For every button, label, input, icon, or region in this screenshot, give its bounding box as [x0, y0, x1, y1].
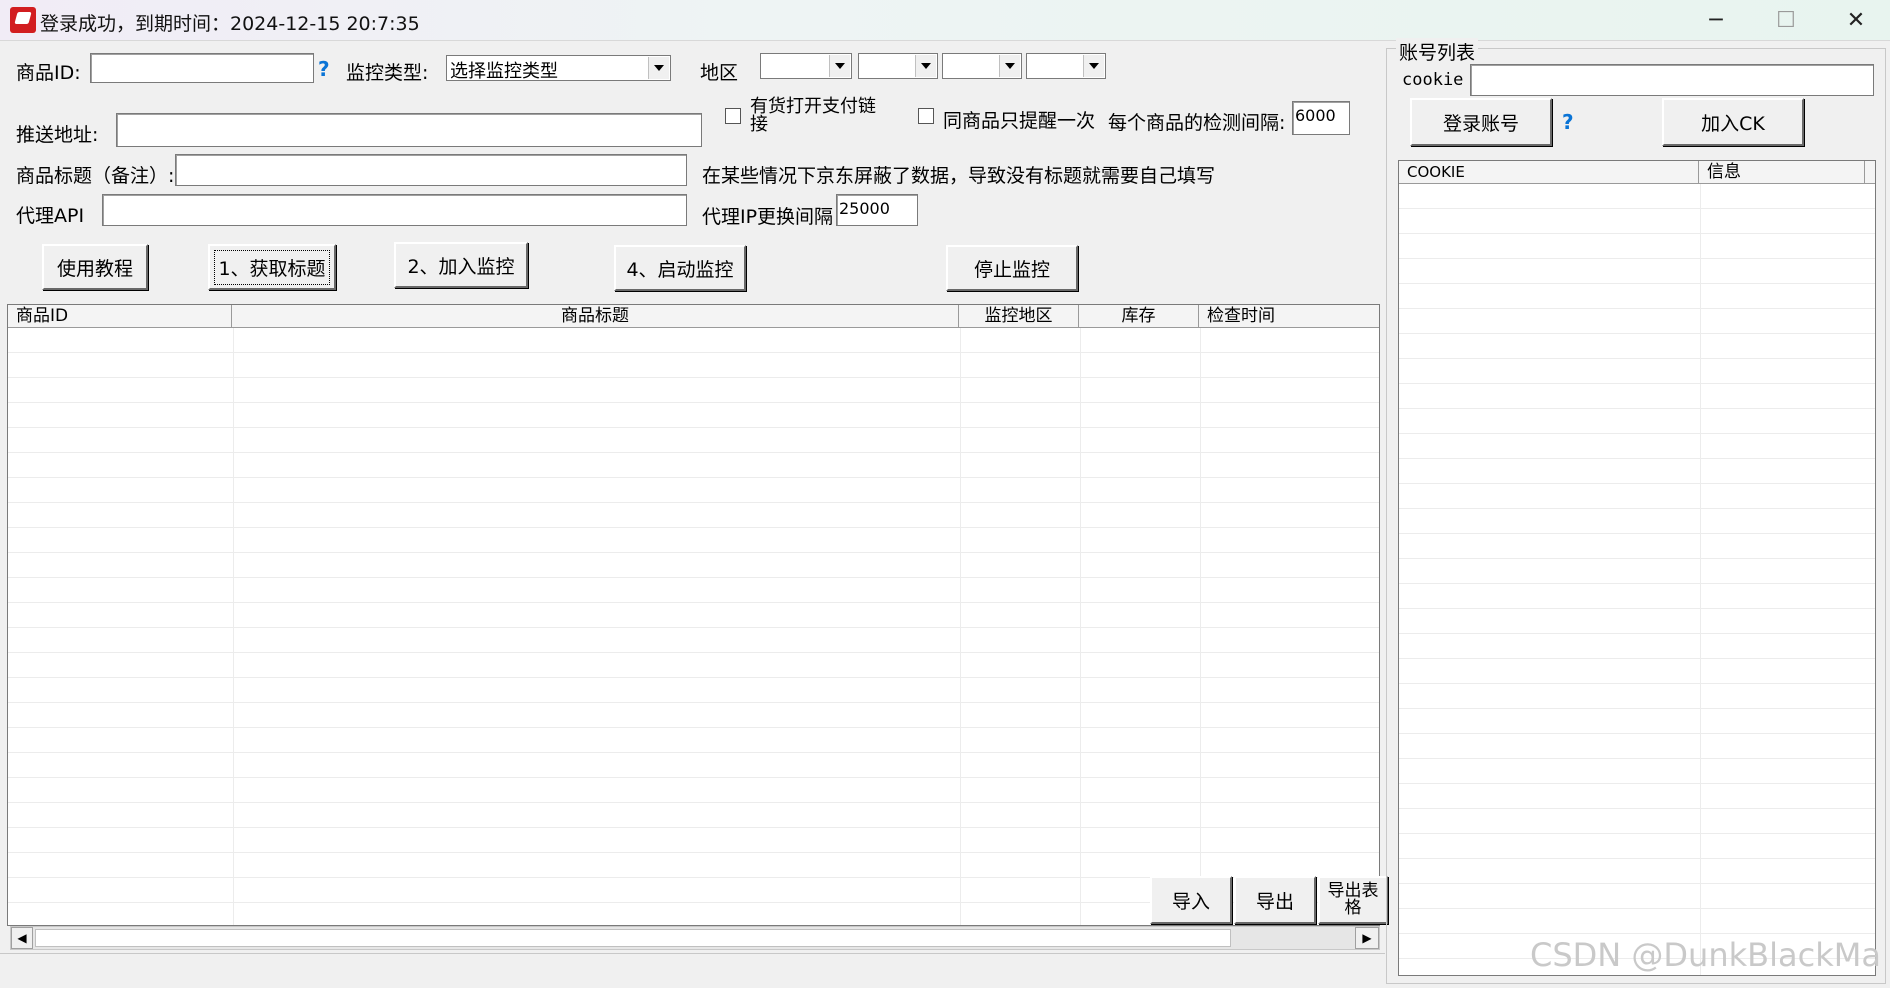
scroll-right-button[interactable]: ▶ [1355, 927, 1379, 949]
tutorial-button-label: 使用教程 [56, 257, 133, 280]
account-list-title: 账号列表 [1396, 38, 1479, 65]
minimize-button[interactable]: ─ [1682, 0, 1750, 40]
product-title-label: 商品标题（备注）: [16, 165, 175, 187]
open-pay-link-label: 有货打开支付链接 [750, 96, 876, 135]
account-table[interactable]: COOKIE 信息 [1398, 160, 1876, 976]
column-header-product-title[interactable]: 商品标题 [232, 305, 959, 327]
column-header-info[interactable]: 信息 [1699, 161, 1865, 183]
get-title-button-label: 1、获取标题 [214, 249, 330, 285]
column-divider [1200, 328, 1201, 925]
get-title-button[interactable]: 1、获取标题 [208, 244, 336, 290]
column-header-check-time[interactable]: 检查时间 [1199, 305, 1379, 327]
cookie-label: cookie [1402, 70, 1464, 90]
import-button[interactable]: 导入 [1150, 876, 1232, 924]
column-header-stock[interactable]: 库存 [1079, 305, 1199, 327]
chevron-down-icon [1083, 55, 1104, 77]
export-button[interactable]: 导出 [1234, 876, 1316, 924]
column-divider [233, 328, 234, 925]
proxy-api-input[interactable] [102, 194, 687, 226]
close-button[interactable]: ✕ [1822, 0, 1890, 40]
hint-text: 在某些情况下京东屏蔽了数据，导致没有标题就需要自己填写 [702, 165, 1216, 187]
open-pay-link-checkbox[interactable] [725, 108, 741, 124]
region-select-2[interactable] [858, 53, 938, 79]
add-ck-button[interactable]: 加入CK [1662, 98, 1804, 146]
proxy-api-label: 代理API [16, 205, 85, 227]
interval-input[interactable]: 6000 [1292, 101, 1350, 135]
app-logo-icon [10, 7, 36, 33]
product-id-input[interactable] [90, 53, 314, 83]
column-header-cookie[interactable]: COOKIE [1399, 161, 1699, 183]
start-monitor-button-label: 4、启动监控 [626, 258, 734, 281]
horizontal-scrollbar[interactable]: ◀ ▶ [10, 926, 1380, 950]
interval-label: 每个商品的检测间隔: [1108, 112, 1286, 134]
status-bar [0, 953, 1385, 988]
tutorial-button[interactable]: 使用教程 [42, 244, 148, 290]
region-select-3[interactable] [942, 53, 1022, 79]
push-address-label: 推送地址: [16, 124, 99, 146]
product-id-label: 商品ID: [16, 62, 81, 84]
add-monitor-button[interactable]: 2、加入监控 [394, 242, 528, 288]
push-address-input[interactable] [116, 113, 702, 147]
add-monitor-button-label: 2、加入监控 [407, 255, 515, 278]
account-table-header: COOKIE 信息 [1399, 161, 1875, 184]
title-bar: 登录成功，到期时间：2024-12-15 20:7:35 ─ ☐ ✕ [0, 0, 1890, 41]
maximize-button[interactable]: ☐ [1752, 0, 1820, 40]
proxy-interval-input[interactable]: 25000 [836, 194, 918, 226]
chevron-down-icon [648, 57, 669, 79]
column-header-region[interactable]: 监控地区 [959, 305, 1079, 327]
region-label: 地区 [700, 62, 739, 84]
column-header-product-id[interactable]: 商品ID [8, 305, 232, 327]
monitor-type-label: 监控类型: [346, 62, 429, 84]
monitor-type-select[interactable]: 选择监控类型 [446, 55, 671, 82]
remind-once-checkbox[interactable] [918, 108, 934, 124]
product-title-input[interactable] [175, 154, 687, 186]
window-title: 登录成功，到期时间：2024-12-15 20:7:35 [40, 13, 420, 35]
chevron-down-icon [999, 55, 1020, 77]
export-table-button[interactable]: 导出表格 [1318, 876, 1388, 924]
column-divider [1080, 328, 1081, 925]
login-account-button[interactable]: 登录账号 [1410, 98, 1552, 146]
monitor-table-body [8, 328, 1379, 925]
stop-monitor-button[interactable]: 停止监控 [946, 245, 1078, 291]
scrollbar-thumb[interactable] [35, 929, 1231, 947]
start-monitor-button[interactable]: 4、启动监控 [614, 245, 746, 291]
region-select-4[interactable] [1026, 53, 1106, 79]
monitor-type-value: 选择监控类型 [450, 61, 558, 82]
proxy-interval-label: 代理IP更换间隔 [702, 206, 834, 228]
remind-once-label: 同商品只提醒一次 [943, 110, 1096, 132]
monitor-table-header: 商品ID 商品标题 监控地区 库存 检查时间 [8, 305, 1379, 328]
watermark: CSDN @DunkBlackMa [1530, 936, 1881, 974]
monitor-table[interactable]: 商品ID 商品标题 监控地区 库存 检查时间 [7, 304, 1380, 926]
cookie-input[interactable] [1470, 64, 1874, 96]
account-table-body [1399, 184, 1875, 975]
scroll-left-button[interactable]: ◀ [11, 927, 33, 949]
column-divider [960, 328, 961, 925]
chevron-down-icon [829, 55, 850, 77]
region-select-1[interactable] [760, 53, 852, 79]
product-id-help-icon[interactable]: ? [318, 57, 330, 81]
stop-monitor-button-label: 停止监控 [973, 258, 1050, 281]
chevron-down-icon [915, 55, 936, 77]
column-divider [1700, 184, 1701, 975]
account-help-icon[interactable]: ? [1562, 110, 1574, 134]
